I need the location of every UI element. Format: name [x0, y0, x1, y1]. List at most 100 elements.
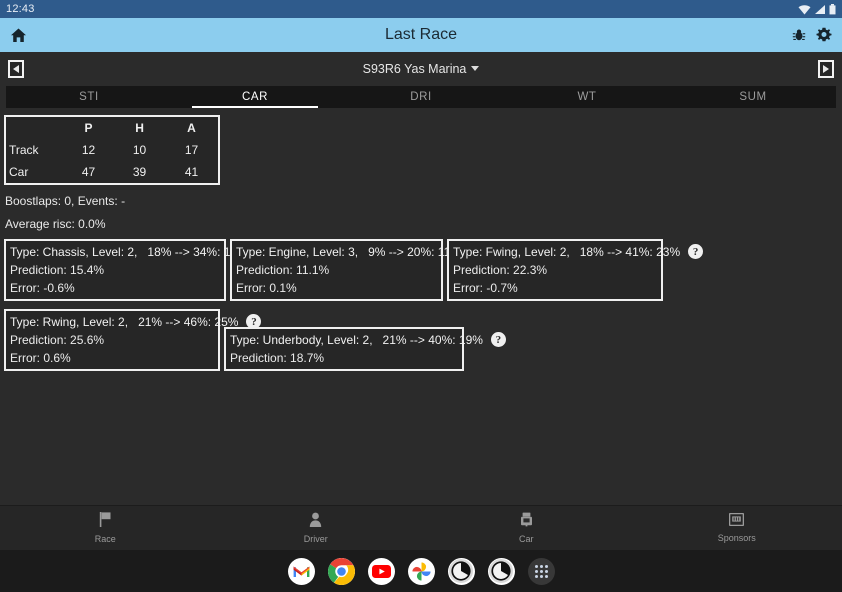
prediction-card[interactable]: Type: Underbody, Level: 2, 21% --> 40%: …	[224, 327, 464, 371]
card-title: Type: Rwing, Level: 2, 21% --> 46%: 25%	[10, 315, 238, 329]
chrome-app-icon[interactable]	[328, 558, 355, 585]
card-error: Error: 0.6%	[10, 351, 212, 365]
app-bar-actions	[792, 27, 832, 43]
tab-wt[interactable]: WT	[504, 86, 670, 108]
stats-col-A: A	[165, 116, 219, 139]
tab-sti[interactable]: STI	[6, 86, 172, 108]
nav-item-car[interactable]: Car	[421, 512, 632, 544]
cell-P: 12	[63, 139, 114, 161]
tab-label: WT	[577, 91, 596, 103]
prediction-card[interactable]: Type: Engine, Level: 3, 9% --> 20%: 11%?…	[230, 239, 443, 301]
bottom-navigation: Race Driver Car Sponsors	[0, 505, 842, 550]
cell-P: 47	[63, 161, 114, 184]
next-race-button[interactable]	[818, 60, 834, 78]
app-icon-6[interactable]	[488, 558, 515, 585]
wifi-icon	[798, 4, 811, 15]
row-label: Track	[5, 139, 63, 161]
tab-label: STI	[79, 91, 99, 103]
nav-item-label: Race	[95, 534, 116, 544]
chevron-right-icon	[823, 65, 829, 73]
card-title-row: Type: Underbody, Level: 2, 21% --> 40%: …	[230, 332, 456, 347]
table-header-row: PHA	[5, 116, 219, 139]
nav-item-race[interactable]: Race	[0, 512, 211, 544]
prediction-card[interactable]: Type: Rwing, Level: 2, 21% --> 46%: 25%?…	[4, 309, 220, 371]
nav-item-sponsors[interactable]: Sponsors	[632, 513, 842, 543]
battery-icon	[829, 4, 836, 15]
race-name-dropdown[interactable]: S93R6 Yas Marina	[0, 62, 842, 76]
table-row: Car473941	[5, 161, 219, 184]
previous-race-button[interactable]	[8, 60, 24, 78]
card-title: Type: Chassis, Level: 2, 18% --> 34%: 16…	[10, 245, 248, 259]
app-icon-5[interactable]	[448, 558, 475, 585]
prediction-card-list: Type: Chassis, Level: 2, 18% --> 34%: 16…	[0, 239, 842, 379]
card-error: Error: 0.1%	[236, 281, 435, 295]
money-icon	[729, 513, 744, 531]
cell-A: 17	[165, 139, 219, 161]
tab-bar: STI CAR DRI WT SUM	[6, 86, 836, 108]
card-error: Error: -0.7%	[453, 281, 655, 295]
android-dock	[0, 550, 842, 592]
app-root: 12:43 Last Race	[0, 0, 842, 592]
card-title-row: Type: Engine, Level: 3, 9% --> 20%: 11%?	[236, 244, 435, 259]
nav-item-label: Car	[519, 534, 534, 544]
boostlaps-line: Boostlaps: 0, Events: -	[5, 194, 842, 208]
card-title: Type: Engine, Level: 3, 9% --> 20%: 11%	[236, 245, 461, 259]
nav-item-label: Sponsors	[718, 533, 756, 543]
person-icon	[309, 512, 322, 532]
help-icon[interactable]: ?	[491, 332, 506, 347]
stats-table: PHA Track121017Car473941	[4, 115, 220, 185]
cell-H: 39	[114, 161, 165, 184]
chevron-down-icon	[471, 66, 479, 71]
tab-label: DRI	[410, 91, 432, 103]
status-clock: 12:43	[6, 3, 35, 15]
card-error: Error: -0.6%	[10, 281, 218, 295]
card-title-row: Type: Rwing, Level: 2, 21% --> 46%: 25%?	[10, 314, 212, 329]
card-title-row: Type: Chassis, Level: 2, 18% --> 34%: 16…	[10, 244, 218, 259]
race-selector-bar: S93R6 Yas Marina	[0, 52, 842, 86]
tab-label: CAR	[242, 91, 268, 103]
card-prediction: Prediction: 22.3%	[453, 263, 655, 277]
card-title: Type: Fwing, Level: 2, 18% --> 41%: 23%	[453, 245, 680, 259]
prediction-card[interactable]: Type: Chassis, Level: 2, 18% --> 34%: 16…	[4, 239, 226, 301]
card-prediction: Prediction: 25.6%	[10, 333, 212, 347]
tab-sum[interactable]: SUM	[670, 86, 836, 108]
stats-col-H: H	[114, 116, 165, 139]
stats-col-P: P	[63, 116, 114, 139]
average-risc-line: Average risc: 0.0%	[5, 217, 842, 231]
page-title: Last Race	[0, 26, 842, 44]
tab-dri[interactable]: DRI	[338, 86, 504, 108]
help-icon[interactable]: ?	[688, 244, 703, 259]
bug-icon[interactable]	[792, 28, 806, 42]
prediction-card[interactable]: Type: Fwing, Level: 2, 18% --> 41%: 23%?…	[447, 239, 663, 301]
gear-icon[interactable]	[816, 27, 832, 43]
drawer-dots	[535, 565, 548, 578]
nav-item-driver[interactable]: Driver	[211, 512, 422, 544]
car-icon	[520, 512, 533, 532]
stats-col-blank	[5, 116, 63, 139]
nav-item-label: Driver	[304, 534, 328, 544]
cell-A: 41	[165, 161, 219, 184]
card-prediction: Prediction: 11.1%	[236, 263, 435, 277]
home-icon[interactable]	[10, 27, 27, 44]
tab-car[interactable]: CAR	[172, 86, 338, 108]
chevron-left-icon	[13, 65, 19, 73]
table-row: Track121017	[5, 139, 219, 161]
row-label: Car	[5, 161, 63, 184]
card-title: Type: Underbody, Level: 2, 21% --> 40%: …	[230, 333, 483, 347]
photos-app-icon[interactable]	[408, 558, 435, 585]
app-drawer-icon[interactable]	[528, 558, 555, 585]
youtube-app-icon[interactable]	[368, 558, 395, 585]
app-bar: Last Race	[0, 18, 842, 52]
card-prediction: Prediction: 18.7%	[230, 351, 456, 365]
main-content: PHA Track121017Car473941 Boostlaps: 0, E…	[0, 108, 842, 505]
status-icon-group	[798, 4, 836, 15]
signal-icon	[814, 4, 826, 15]
tab-label: SUM	[739, 91, 766, 103]
android-status-bar: 12:43	[0, 0, 842, 18]
card-title-row: Type: Fwing, Level: 2, 18% --> 41%: 23%?	[453, 244, 655, 259]
card-prediction: Prediction: 15.4%	[10, 263, 218, 277]
flag-icon	[99, 512, 112, 532]
cell-H: 10	[114, 139, 165, 161]
gmail-app-icon[interactable]	[288, 558, 315, 585]
race-name-label: S93R6 Yas Marina	[363, 62, 467, 76]
